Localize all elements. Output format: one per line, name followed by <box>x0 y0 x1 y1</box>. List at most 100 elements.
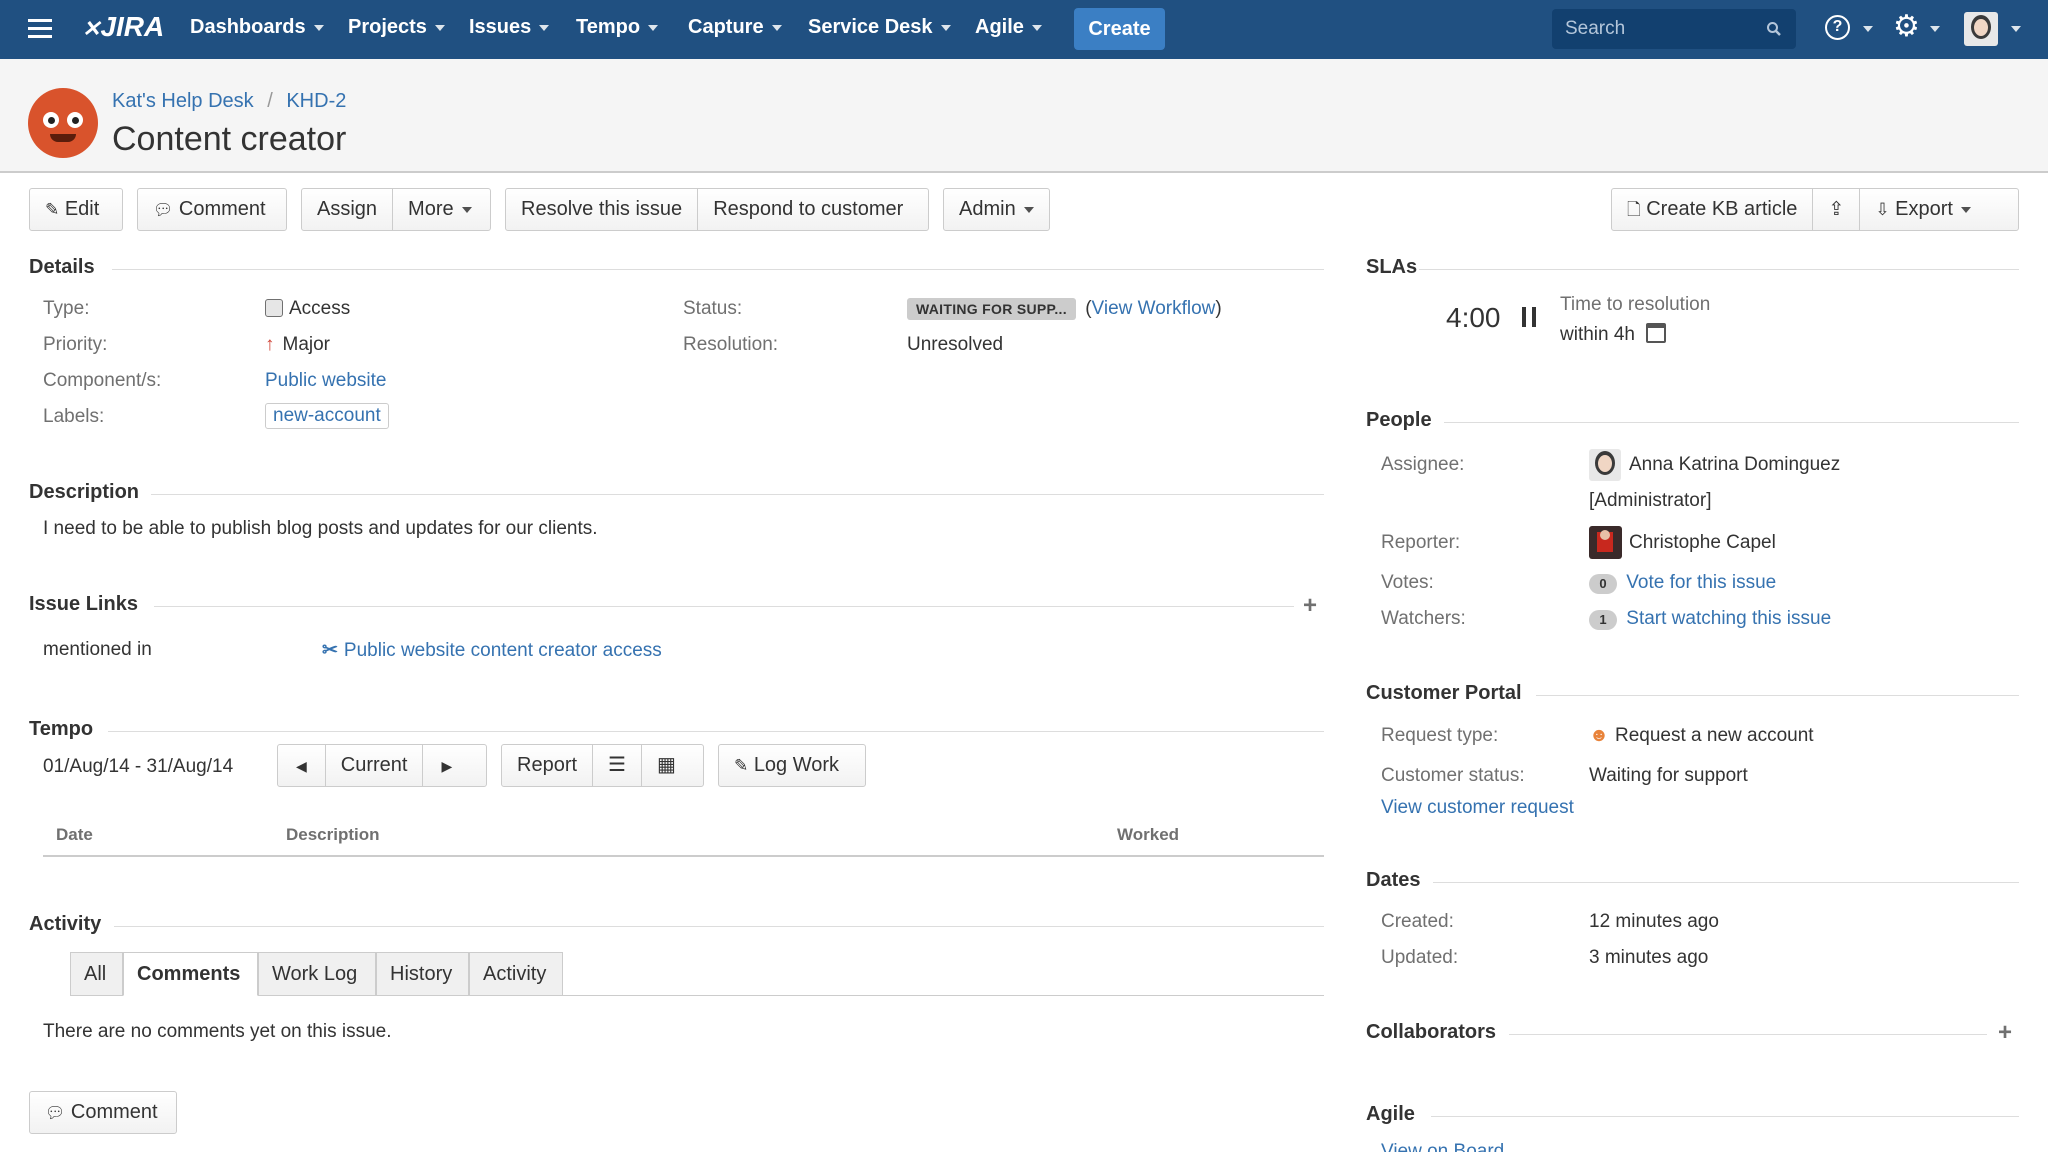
chevron-down-icon <box>1930 26 1940 32</box>
jira-logo-icon: ✕ <box>82 16 101 41</box>
column-header-date[interactable]: Date <box>56 825 93 845</box>
page-title[interactable]: Content creator <box>112 120 346 159</box>
create-button[interactable]: Create <box>1074 8 1165 50</box>
chevron-down-icon <box>1863 26 1873 32</box>
agile-heading: Agile <box>1366 1103 1415 1125</box>
view-customer-request-link[interactable]: View customer request <box>1381 797 1574 819</box>
view-on-board-link[interactable]: View on Board <box>1381 1141 1504 1152</box>
reporter-avatar[interactable] <box>1589 526 1622 559</box>
workflow-button-group: Assign More <box>301 188 491 231</box>
no-comments-message: There are no comments yet on this issue. <box>43 1021 392 1042</box>
tempo-heading: Tempo <box>29 718 94 740</box>
assignee-avatar[interactable] <box>1589 449 1621 481</box>
view-workflow-link[interactable]: View Workflow <box>1092 298 1216 319</box>
help-icon[interactable]: ? <box>1825 15 1850 40</box>
updated-label: Updated: <box>1381 947 1459 968</box>
menu-icon[interactable] <box>28 19 52 39</box>
tab-comments[interactable]: Comments <box>123 952 258 996</box>
lock-icon <box>265 299 283 317</box>
tab-work-log[interactable]: Work Log <box>258 952 376 996</box>
updated-value: 3 minutes ago <box>1589 947 1709 968</box>
type-value-text: Access <box>289 298 351 319</box>
watchers-label: Watchers: <box>1381 608 1466 629</box>
admin-button-label: Admin <box>959 198 1016 220</box>
column-header-description[interactable]: Description <box>286 825 380 845</box>
search-input[interactable]: Search <box>1552 9 1796 49</box>
activity-heading: Activity <box>29 913 102 935</box>
add-comment-button[interactable]: 💬︎ Comment <box>29 1091 177 1134</box>
status-field: WAITING FOR SUPP... (View Workflow) <box>907 298 1222 320</box>
add-collaborator-icon[interactable]: + <box>1998 1019 2012 1047</box>
assignee-role: [Administrator] <box>1589 490 1712 511</box>
nav-capture[interactable]: Capture <box>688 16 782 39</box>
previous-period-button[interactable]: ◀ <box>278 745 325 786</box>
status-label: Status: <box>683 298 743 319</box>
components-label: Component/s: <box>43 370 162 391</box>
calendar-icon[interactable] <box>1646 323 1667 343</box>
admin-button[interactable]: Admin <box>943 188 1050 231</box>
resolution-value: Unresolved <box>907 334 1004 355</box>
more-button[interactable]: More <box>392 189 487 230</box>
report-button[interactable]: Report <box>502 745 592 786</box>
tempo-period-nav: ◀ Current ▶ <box>277 744 487 787</box>
user-add-icon: ☻ <box>1589 725 1609 746</box>
watch-link[interactable]: Start watching this issue <box>1626 608 1831 629</box>
document-icon: 🗋︎ <box>1627 200 1641 219</box>
tab-activity[interactable]: Activity <box>469 952 563 996</box>
user-avatar[interactable] <box>1964 12 1998 46</box>
search-icon[interactable] <box>1766 21 1782 37</box>
share-button[interactable]: ⇪ <box>1812 189 1859 230</box>
pencil-icon: ✎ <box>734 756 749 775</box>
description-text[interactable]: I need to be able to publish blog posts … <box>43 518 598 540</box>
breadcrumb-issue-key[interactable]: KHD-2 <box>286 90 346 112</box>
chevron-down-icon <box>313 24 324 31</box>
description-divider <box>151 494 1324 495</box>
column-header-worked[interactable]: Worked <box>1117 825 1179 845</box>
edit-button[interactable]: ✎ Edit <box>29 188 123 231</box>
nav-agile[interactable]: Agile <box>975 16 1042 39</box>
nav-tempo[interactable]: Tempo <box>576 16 659 39</box>
right-button-group: 🗋︎ Create KB article ⇪ ⇩ Export <box>1611 188 2019 231</box>
project-avatar[interactable] <box>28 88 98 158</box>
jira-logo[interactable]: ✕JIRA <box>82 11 164 43</box>
sla-name: Time to resolution <box>1560 294 1711 315</box>
linked-issue[interactable]: ✂ Public website content creator access <box>322 639 662 662</box>
list-view-button[interactable]: ☰ <box>592 745 641 786</box>
activity-divider <box>114 926 1324 927</box>
comment-button[interactable]: 💬︎ Comment <box>137 188 287 231</box>
reporter-name[interactable]: Christophe Capel <box>1629 532 1776 554</box>
export-button[interactable]: ⇩ Export <box>1859 189 1986 230</box>
sla-timer: 4:00 <box>1446 302 1501 333</box>
next-period-button[interactable]: ▶ <box>422 745 470 786</box>
component-link[interactable]: Public website <box>265 370 386 392</box>
current-period-button[interactable]: Current <box>324 745 423 786</box>
more-button-label: More <box>408 198 454 220</box>
people-divider <box>1444 422 2019 423</box>
dates-divider <box>1433 882 2019 883</box>
add-link-icon[interactable]: + <box>1303 592 1317 620</box>
gear-icon[interactable]: ⚙ <box>1893 10 1920 44</box>
label-tag[interactable]: new-account <box>265 403 389 429</box>
nav-projects[interactable]: Projects <box>348 16 445 39</box>
customer-status-label: Customer status: <box>1381 765 1525 786</box>
resolve-issue-button[interactable]: Resolve this issue <box>506 189 697 230</box>
tab-history[interactable]: History <box>376 952 469 996</box>
edit-button-label: Edit <box>64 198 100 220</box>
priority-value[interactable]: ↑ Major <box>265 334 330 356</box>
assign-button[interactable]: Assign <box>302 189 392 230</box>
nav-dashboards[interactable]: Dashboards <box>190 16 324 39</box>
respond-to-customer-button[interactable]: Respond to customer <box>697 189 918 230</box>
nav-service-desk[interactable]: Service Desk <box>808 16 951 39</box>
chevron-down-icon <box>648 24 659 31</box>
create-kb-article-button[interactable]: 🗋︎ Create KB article <box>1612 189 1812 230</box>
nav-issues[interactable]: Issues <box>469 16 550 39</box>
tab-all[interactable]: All <box>70 952 123 996</box>
log-work-button[interactable]: ✎ Log Work <box>718 744 866 787</box>
assignee-name[interactable]: Anna Katrina Dominguez <box>1629 454 1840 476</box>
breadcrumb: Kat's Help Desk / KHD-2 <box>112 90 346 113</box>
breadcrumb-project-link[interactable]: Kat's Help Desk <box>112 90 254 112</box>
vote-link[interactable]: Vote for this issue <box>1626 572 1776 593</box>
tempo-divider <box>108 731 1324 732</box>
grid-view-button[interactable]: ▦ <box>640 745 691 786</box>
list-icon: ☰ <box>608 754 626 776</box>
